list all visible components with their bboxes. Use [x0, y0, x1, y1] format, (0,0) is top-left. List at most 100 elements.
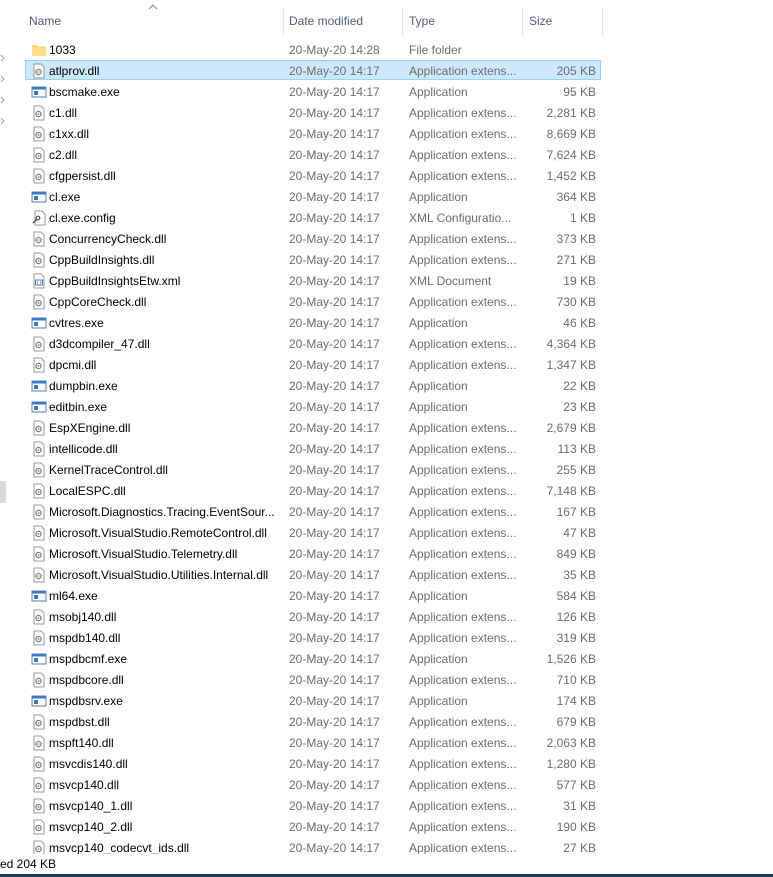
file-row[interactable]: msvcp140_2.dll 20-May-20 14:17 Application… — [25, 816, 601, 836]
column-divider[interactable] — [402, 8, 403, 36]
file-date-modified: 20-May-20 14:17 — [289, 610, 380, 624]
file-row[interactable]: c1.dll 20-May-20 14:17 Application extens.… — [25, 102, 601, 122]
file-row[interactable]: c2.dll 20-May-20 14:17 Application extens.… — [25, 144, 601, 164]
file-row[interactable]: CppBuildInsights.dll 20-May-20 14:17 Appli… — [25, 249, 601, 269]
column-divider[interactable] — [283, 8, 284, 36]
file-row[interactable]: mspft140.dll 20-May-20 14:17 Application e… — [25, 732, 601, 752]
file-name: mspft140.dll — [49, 736, 114, 750]
column-header-size[interactable]: Size — [529, 13, 552, 29]
file-size: 584 KB — [556, 589, 596, 603]
file-row[interactable]: mspdbsrv.exe 20-May-20 14:17 Application 17… — [25, 690, 601, 710]
file-row[interactable]: intellicode.dll 20-May-20 14:17 Applicatio… — [25, 438, 601, 458]
file-row[interactable]: CppCoreCheck.dll 20-May-20 14:17 Applicati… — [25, 291, 601, 311]
file-size: 710 KB — [556, 673, 596, 687]
file-date-modified: 20-May-20 14:17 — [289, 631, 380, 645]
file-name: Microsoft.VisualStudio.RemoteControl.dll — [49, 526, 267, 540]
file-type: File folder — [409, 43, 462, 57]
file-row[interactable]: msvcp140_1.dll 20-May-20 14:17 Application… — [25, 795, 601, 815]
file-type: Application extens... — [409, 799, 517, 813]
file-type: Application extens... — [409, 526, 517, 540]
file-type: Application extens... — [409, 820, 517, 834]
file-date-modified: 20-May-20 14:17 — [289, 106, 380, 120]
file-row[interactable]: editbin.exe 20-May-20 14:17 Application 23 … — [25, 396, 601, 416]
file-size: 95 KB — [563, 85, 596, 99]
file-date-modified: 20-May-20 14:17 — [289, 358, 380, 372]
file-type: Application extens... — [409, 106, 517, 120]
file-row[interactable]: bscmake.exe 20-May-20 14:17 Application 95 … — [25, 81, 601, 101]
file-row[interactable]: 1033 20-May-20 14:28 File folder — [25, 39, 601, 59]
file-type: Application — [409, 400, 468, 414]
file-size: 4,364 KB — [546, 337, 596, 351]
file-row[interactable]: cl.exe.config 20-May-20 14:17 XML Configur… — [25, 207, 601, 227]
file-date-modified: 20-May-20 14:17 — [289, 673, 380, 687]
file-row[interactable]: dumpbin.exe 20-May-20 14:17 Application 22 … — [25, 375, 601, 395]
column-header-type[interactable]: Type — [409, 13, 435, 29]
file-row[interactable]: msvcdis140.dll 20-May-20 14:17 Application… — [25, 753, 601, 773]
exe-file-icon — [31, 399, 47, 415]
file-size: 679 KB — [556, 715, 596, 729]
dll-file-icon — [31, 357, 47, 373]
file-row[interactable]: mspdbcmf.exe 20-May-20 14:17 Application 1,… — [25, 648, 601, 668]
dll-file-icon — [31, 546, 47, 562]
file-date-modified: 20-May-20 14:17 — [289, 169, 380, 183]
file-row[interactable]: msvcp140_codecvt_ids.dll 20-May-20 14:17 A… — [25, 837, 601, 854]
file-row[interactable]: Microsoft.Diagnostics.Tracing.EventSour.… — [25, 501, 601, 521]
exe-file-icon — [31, 651, 47, 667]
file-name: Microsoft.VisualStudio.Utilities.Interna… — [49, 568, 269, 582]
file-name: mspdbcore.dll — [49, 673, 124, 687]
file-row[interactable]: dpcmi.dll 20-May-20 14:17 Application exte… — [25, 354, 601, 374]
file-name: Microsoft.VisualStudio.Telemetry.dll — [49, 547, 238, 561]
file-size: 8,669 KB — [546, 127, 596, 141]
file-row[interactable]: atlprov.dll 20-May-20 14:17 Application ex… — [25, 60, 601, 80]
file-size: 1,452 KB — [546, 169, 596, 183]
file-row[interactable]: Microsoft.VisualStudio.Utilities.Interna… — [25, 564, 601, 584]
file-size: 1,280 KB — [546, 757, 596, 771]
file-size: 23 KB — [563, 400, 596, 414]
file-type: Application extens... — [409, 778, 517, 792]
dll-file-icon — [31, 168, 47, 184]
file-row[interactable]: cfgpersist.dll 20-May-20 14:17 Application… — [25, 165, 601, 185]
file-date-modified: 20-May-20 14:17 — [289, 736, 380, 750]
file-size: 22 KB — [563, 379, 596, 393]
dll-file-icon — [31, 483, 47, 499]
column-header-name[interactable]: Name — [29, 13, 61, 29]
file-row[interactable]: cvtres.exe 20-May-20 14:17 Application 46 K… — [25, 312, 601, 332]
file-row[interactable]: msvcp140.dll 20-May-20 14:17 Application e… — [25, 774, 601, 794]
file-date-modified: 20-May-20 14:17 — [289, 253, 380, 267]
dll-file-icon — [31, 714, 47, 730]
file-size: 849 KB — [556, 547, 596, 561]
column-header-date-modified[interactable]: Date modified — [289, 13, 363, 29]
file-row[interactable]: Microsoft.VisualStudio.RemoteControl.dll… — [25, 522, 601, 542]
file-name: cl.exe — [49, 190, 81, 204]
file-row[interactable]: ml64.exe 20-May-20 14:17 Application 584 KB — [25, 585, 601, 605]
file-row[interactable]: CppBuildInsightsEtw.xml 20-May-20 14:17 XM… — [25, 270, 601, 290]
file-type: Application — [409, 589, 468, 603]
file-row[interactable]: msobj140.dll 20-May-20 14:17 Application e… — [25, 606, 601, 626]
file-row[interactable]: Microsoft.VisualStudio.Telemetry.dll 20-M… — [25, 543, 601, 563]
file-row[interactable]: c1xx.dll 20-May-20 14:17 Application exten… — [25, 123, 601, 143]
file-date-modified: 20-May-20 14:17 — [289, 232, 380, 246]
file-type: Application — [409, 190, 468, 204]
file-row[interactable]: mspdbst.dll 20-May-20 14:17 Application ex… — [25, 711, 601, 731]
file-name: editbin.exe — [49, 400, 108, 414]
file-date-modified: 20-May-20 14:17 — [289, 568, 380, 582]
file-date-modified: 20-May-20 14:17 — [289, 841, 380, 854]
file-name: cl.exe.config — [49, 211, 116, 225]
file-row[interactable]: EspXEngine.dll 20-May-20 14:17 Application… — [25, 417, 601, 437]
file-row[interactable]: mspdbcore.dll 20-May-20 14:17 Application … — [25, 669, 601, 689]
file-date-modified: 20-May-20 14:17 — [289, 589, 380, 603]
file-row[interactable]: ConcurrencyCheck.dll 20-May-20 14:17 Appli… — [25, 228, 601, 248]
file-type: Application extens... — [409, 148, 517, 162]
file-row[interactable]: KernelTraceControl.dll 20-May-20 14:17 App… — [25, 459, 601, 479]
file-size — [524, 42, 596, 58]
file-row[interactable]: cl.exe 20-May-20 14:17 Application 364 KB — [25, 186, 601, 206]
file-row[interactable]: d3dcompiler_47.dll 20-May-20 14:17 Applica… — [25, 333, 601, 353]
file-row[interactable]: LocalESPC.dll 20-May-20 14:17 Application … — [25, 480, 601, 500]
file-type: Application extens... — [409, 421, 517, 435]
sort-ascending-icon — [148, 4, 158, 10]
column-divider[interactable] — [522, 8, 523, 36]
file-name: dpcmi.dll — [49, 358, 97, 372]
file-row[interactable]: mspdb140.dll 20-May-20 14:17 Application e… — [25, 627, 601, 647]
column-divider[interactable] — [602, 8, 603, 36]
file-type: Application — [409, 379, 468, 393]
